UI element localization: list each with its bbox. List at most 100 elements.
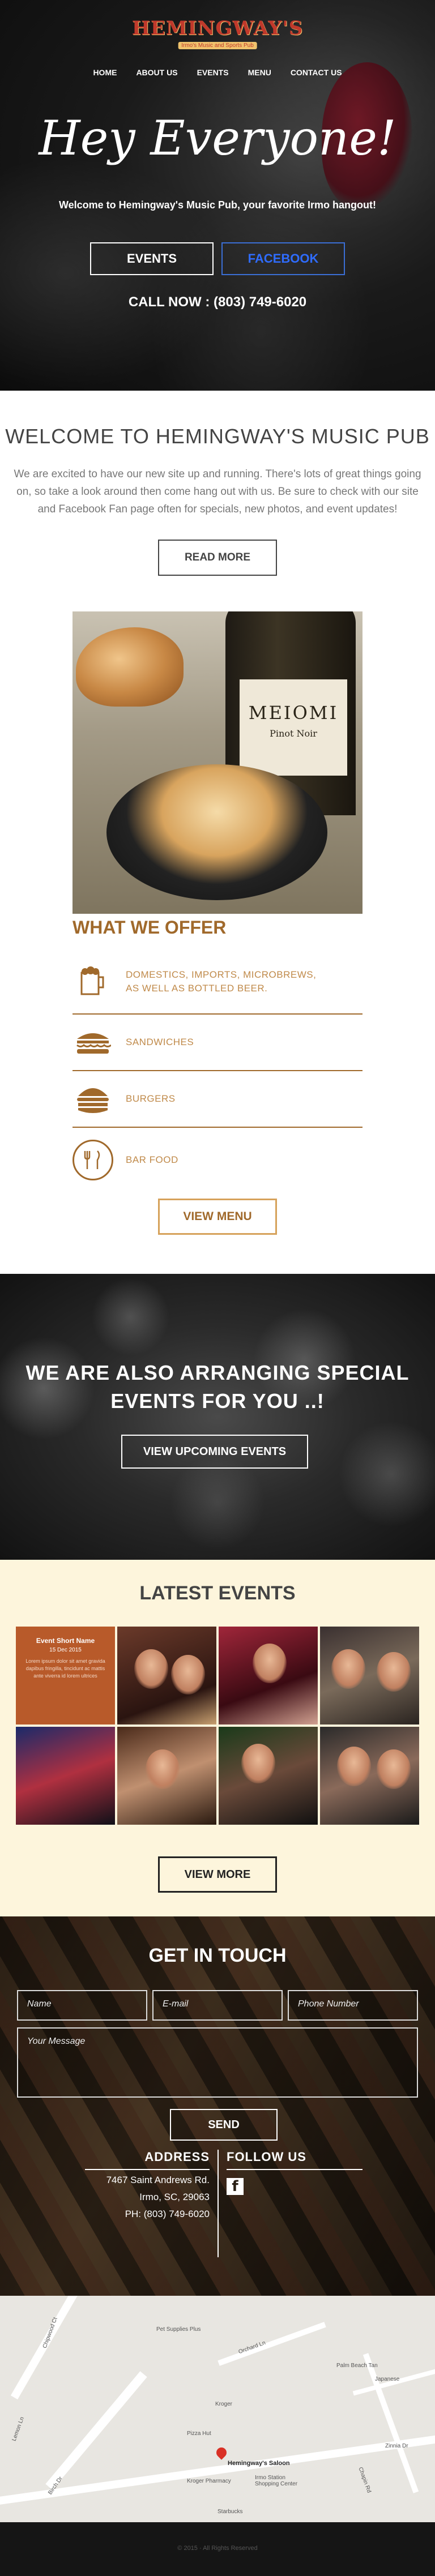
- map-pin-label: Hemingway's Saloon: [228, 2460, 290, 2467]
- map-label: Chapin Rd: [357, 2466, 372, 2494]
- send-button[interactable]: SEND: [170, 2109, 278, 2141]
- site-footer: © 2015 · All Rights Reserved: [0, 2522, 435, 2576]
- facebook-icon[interactable]: f: [227, 2178, 244, 2195]
- contact-section: GET IN TOUCH Name E-mail Phone Number Yo…: [0, 1916, 435, 2296]
- map-label: Pet Supplies Plus: [156, 2326, 201, 2333]
- offer-text-burgers: BURGERS: [126, 1093, 176, 1104]
- food-photo-section: MEIOMI Pinot Noir: [0, 611, 435, 917]
- featured-event-card[interactable]: Event Short Name 15 Dec 2015 Lorem ipsum…: [16, 1627, 115, 1725]
- event-photo[interactable]: [219, 1627, 318, 1725]
- offer-text-sandwiches: SANDWICHES: [126, 1037, 194, 1047]
- event-photo[interactable]: [16, 1727, 115, 1825]
- address-line2: Irmo, SC, 29063: [139, 2192, 210, 2202]
- welcome-text: We are excited to have our new site up a…: [14, 468, 421, 515]
- event-photo[interactable]: [320, 1727, 419, 1825]
- address-divider: [85, 2169, 210, 2170]
- message-field[interactable]: Your Message: [17, 2027, 418, 2098]
- event-photo-grid: Event Short Name 15 Dec 2015 Lorem ipsum…: [16, 1627, 419, 1825]
- facebook-button[interactable]: FACEBOOK: [221, 242, 345, 275]
- address-heading: ADDRESS: [144, 2150, 210, 2164]
- offer-text-beer-line1: DOMESTICS, IMPORTS, MICROBREWS,: [126, 969, 317, 980]
- contact-divider: [218, 2150, 219, 2257]
- events-banner-heading: WE ARE ALSO ARRANGING SPECIAL EVENTS FOR…: [0, 1359, 435, 1415]
- offer-item-beer: DOMESTICS, IMPORTS, MICROBREWS, AS WELL …: [72, 950, 362, 1015]
- main-nav: HOME ABOUT US EVENTS MENU CONTACT US: [0, 68, 435, 77]
- location-map[interactable]: Pet Supplies Plus Kroger Pizza Hut Hemin…: [0, 2296, 435, 2522]
- person-image: [146, 1749, 180, 1789]
- email-field[interactable]: E-mail: [152, 1990, 283, 2021]
- burger-icon: [72, 1079, 113, 1119]
- view-more-button[interactable]: VIEW MORE: [158, 1856, 277, 1893]
- food-photo: MEIOMI Pinot Noir: [72, 611, 362, 914]
- logo-name: HEMINGWAY'S: [131, 17, 304, 40]
- latest-events-title: LATEST EVENTS: [139, 1582, 296, 1604]
- offer-title: WHAT WE OFFER: [72, 917, 227, 938]
- offer-text-beer-line2: AS WELL AS BOTTLED BEER.: [126, 983, 268, 994]
- event-photo[interactable]: [117, 1627, 216, 1725]
- map-label: Japanese: [375, 2376, 400, 2382]
- view-menu-button[interactable]: VIEW MENU: [158, 1199, 277, 1235]
- phone-number[interactable]: PH: (803) 749-6020: [85, 2207, 210, 2221]
- map-label: Zinnia Dr: [385, 2443, 408, 2449]
- logo-subtitle: Irmo's Music and Sports Pub: [178, 42, 257, 49]
- hero-heading: Hey Everyone!: [39, 110, 396, 166]
- latest-events-section: LATEST EVENTS Event Short Name 15 Dec 20…: [0, 1560, 435, 1916]
- read-more-button[interactable]: READ MORE: [158, 540, 277, 576]
- map-label: Palm Beach Tan: [336, 2363, 378, 2369]
- nav-contact-us[interactable]: CONTACT US: [291, 68, 342, 77]
- welcome-title: WELCOME TO HEMINGWAY'S MUSIC PUB: [5, 425, 430, 448]
- phone-field[interactable]: Phone Number: [288, 1990, 418, 2021]
- nav-menu[interactable]: MENU: [248, 68, 271, 77]
- copyright-text: © 2015 · All Rights Reserved: [177, 2545, 258, 2552]
- nav-about-us[interactable]: ABOUT US: [136, 68, 177, 77]
- mac-and-cheese-bowl-image: [106, 764, 327, 900]
- map-label: Kroger: [215, 2401, 233, 2407]
- events-banner-line2: EVENTS FOR YOU ..!: [110, 1389, 325, 1413]
- person-image: [337, 1747, 371, 1786]
- offer-item-bar-food: BAR FOOD: [72, 1128, 362, 1192]
- featured-event-title: Event Short Name: [36, 1637, 95, 1645]
- map-label: Starbucks: [218, 2509, 243, 2515]
- offer-text-beer: DOMESTICS, IMPORTS, MICROBREWS, AS WELL …: [126, 968, 316, 995]
- sandwich-icon: [72, 1022, 113, 1063]
- welcome-section: WELCOME TO HEMINGWAY'S MUSIC PUB We are …: [0, 391, 435, 611]
- person-image: [377, 1749, 411, 1789]
- events-banner: WE ARE ALSO ARRANGING SPECIAL EVENTS FOR…: [0, 1274, 435, 1560]
- name-field[interactable]: Name: [17, 1990, 147, 2021]
- wine-label-name: MEIOMI: [248, 702, 339, 724]
- event-photo[interactable]: [219, 1727, 318, 1825]
- map-road: [218, 2322, 326, 2366]
- event-photo[interactable]: [320, 1627, 419, 1725]
- address-block: ADDRESS 7467 Saint Andrews Rd. Irmo, SC,…: [85, 2150, 210, 2221]
- call-now[interactable]: CALL NOW : (803) 749-6020: [0, 294, 435, 310]
- offer-item-sandwiches: SANDWICHES: [72, 1015, 362, 1071]
- site-logo[interactable]: HEMINGWAY'S Irmo's Music and Sports Pub: [132, 17, 304, 50]
- location-pin-icon[interactable]: [214, 2445, 229, 2460]
- follow-heading: FOLLOW US: [227, 2150, 306, 2164]
- map-label: Irmo Station Shopping Center: [255, 2475, 298, 2487]
- person-image: [134, 1649, 168, 1689]
- offer-text-bar-food: BAR FOOD: [126, 1154, 178, 1165]
- bread-image: [76, 627, 184, 707]
- wine-label-variety: Pinot Noir: [270, 728, 317, 739]
- hero-tagline: Welcome to Hemingway's Music Pub, your f…: [58, 199, 377, 211]
- nav-home[interactable]: HOME: [93, 68, 117, 77]
- map-label: Chipwood Ct: [41, 2316, 59, 2350]
- event-photo[interactable]: [117, 1727, 216, 1825]
- crowd-background: [0, 1274, 435, 1560]
- offer-item-burgers: BURGERS: [72, 1071, 362, 1128]
- events-banner-line1: WE ARE ALSO ARRANGING SPECIAL: [25, 1361, 410, 1384]
- map-label: Kroger Pharmacy: [187, 2478, 231, 2484]
- nav-events[interactable]: EVENTS: [197, 68, 229, 77]
- view-upcoming-events-button[interactable]: VIEW UPCOMING EVENTS: [121, 1435, 308, 1469]
- offer-section: WHAT WE OFFER DOMESTICS, IMPORTS, MICROB…: [0, 917, 435, 1274]
- follow-divider: [227, 2169, 362, 2170]
- map-road: [10, 2296, 92, 2400]
- hero-buttons: EVENTS FACEBOOK: [0, 242, 435, 275]
- hero-section: HEMINGWAY'S Irmo's Music and Sports Pub …: [0, 0, 435, 391]
- map-road: [45, 2371, 147, 2490]
- events-button[interactable]: EVENTS: [90, 242, 214, 275]
- person-image: [171, 1655, 205, 1694]
- person-image: [253, 1644, 287, 1683]
- utensils-icon: [72, 1140, 113, 1180]
